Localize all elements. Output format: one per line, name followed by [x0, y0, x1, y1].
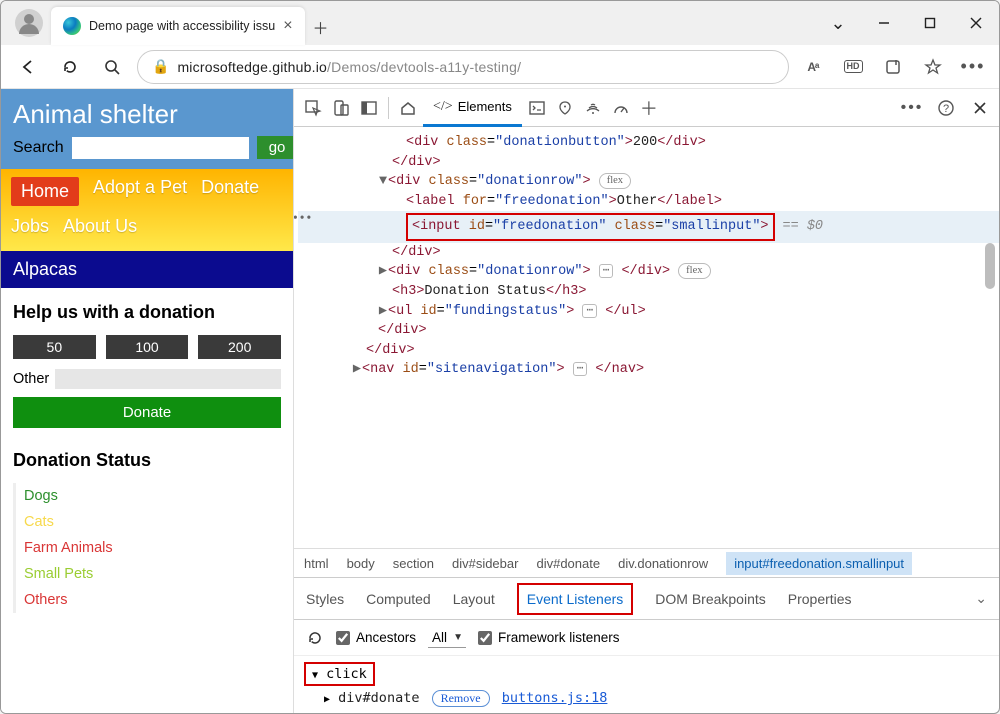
framework-checkbox[interactable]: Framework listeners: [478, 630, 620, 645]
status-other: Others: [24, 587, 281, 613]
overflow-dots-icon[interactable]: •••: [294, 210, 313, 226]
read-aloud-icon[interactable]: Aᵃ: [797, 51, 829, 83]
search-button[interactable]: [95, 50, 129, 84]
tab-title: Demo page with accessibility issu: [89, 19, 275, 33]
subtab-properties[interactable]: Properties: [788, 591, 852, 607]
status-list: Dogs Cats Farm Animals Small Pets Others: [13, 483, 281, 613]
network-tab-icon[interactable]: [580, 95, 606, 121]
nav-home[interactable]: Home: [11, 177, 79, 206]
page-content: Animal shelter Search go Home Adopt a Pe…: [1, 89, 294, 713]
collections-icon[interactable]: [877, 51, 909, 83]
listener-entry[interactable]: ▶ div#donate Remove buttons.js:18: [304, 686, 989, 707]
inspect-icon[interactable]: [300, 95, 326, 121]
listener-filter-select[interactable]: All: [428, 628, 466, 648]
amount-50[interactable]: 50: [13, 335, 96, 359]
nav-jobs[interactable]: Jobs: [11, 216, 49, 237]
svg-text:?: ?: [943, 103, 949, 115]
subtab-computed[interactable]: Computed: [366, 591, 431, 607]
favorite-icon[interactable]: [917, 51, 949, 83]
lock-icon: 🔒: [152, 58, 169, 75]
donate-button[interactable]: Donate: [13, 397, 281, 428]
edge-icon: [63, 17, 81, 35]
ancestors-checkbox[interactable]: Ancestors: [336, 630, 416, 645]
subtab-dom-breakpoints[interactable]: DOM Breakpoints: [655, 591, 765, 607]
status-small: Small Pets: [24, 561, 281, 587]
close-tab-icon[interactable]: ×: [283, 17, 292, 35]
selected-dom-node[interactable]: <input id="freedonation" class="smallinp…: [298, 211, 999, 243]
browser-tab[interactable]: Demo page with accessibility issu ×: [51, 7, 305, 45]
status-cats: Cats: [24, 509, 281, 535]
devtools-tabbar: </> Elements ＋ ••• ?: [294, 89, 999, 127]
tabs-chevron-icon[interactable]: ⌄: [815, 1, 861, 45]
sources-tab-icon[interactable]: [552, 95, 578, 121]
elements-tab[interactable]: </> Elements: [423, 89, 522, 127]
listener-click-group[interactable]: ▼ click: [304, 662, 375, 686]
minimize-button[interactable]: [861, 1, 907, 45]
section-alpacas[interactable]: Alpacas: [1, 251, 293, 288]
nav-about[interactable]: About Us: [63, 216, 137, 237]
maximize-button[interactable]: [907, 1, 953, 45]
listener-source-link[interactable]: buttons.js:18: [502, 690, 608, 706]
console-tab-icon[interactable]: [524, 95, 550, 121]
close-window-button[interactable]: [953, 1, 999, 45]
other-input[interactable]: [55, 369, 281, 389]
new-tab-button[interactable]: ＋: [305, 9, 337, 45]
url-text: microsoftedge.github.io/Demos/devtools-a…: [177, 59, 521, 75]
devtools-more-icon[interactable]: •••: [899, 95, 925, 121]
nav-adopt[interactable]: Adopt a Pet: [93, 177, 187, 206]
chevron-down-icon[interactable]: ⌄: [975, 590, 987, 607]
dock-icon[interactable]: [356, 95, 382, 121]
nav-donate[interactable]: Donate: [201, 177, 259, 206]
device-icon[interactable]: [328, 95, 354, 121]
subtab-layout[interactable]: Layout: [453, 591, 495, 607]
back-button[interactable]: [11, 50, 45, 84]
scrollbar[interactable]: [983, 131, 997, 542]
devtools: </> Elements ＋ ••• ? ••• <div class="do: [294, 89, 999, 713]
hd-badge[interactable]: HD: [837, 51, 869, 83]
help-icon[interactable]: ?: [933, 95, 959, 121]
performance-tab-icon[interactable]: [608, 95, 634, 121]
search-label: Search: [13, 139, 64, 157]
titlebar: Demo page with accessibility issu × ＋ ⌄: [1, 1, 999, 45]
donate-heading: Help us with a donation: [13, 302, 281, 323]
refresh-listeners-icon[interactable]: [306, 629, 324, 647]
address-bar[interactable]: 🔒 microsoftedge.github.io/Demos/devtools…: [137, 50, 789, 84]
other-label: Other: [13, 371, 49, 387]
status-heading: Donation Status: [13, 450, 281, 471]
dom-tree[interactable]: ••• <div class="donationbutton">200</div…: [294, 127, 999, 548]
subtab-styles[interactable]: Styles: [306, 591, 344, 607]
listener-list: ▼ click ▶ div#donate Remove buttons.js:1…: [294, 656, 999, 713]
subtab-event-listeners[interactable]: Event Listeners: [517, 583, 634, 615]
remove-listener-button[interactable]: Remove: [432, 690, 490, 707]
devtools-close-icon[interactable]: [967, 95, 993, 121]
amount-100[interactable]: 100: [106, 335, 189, 359]
profile-icon[interactable]: [15, 9, 43, 37]
go-button[interactable]: go: [257, 136, 294, 159]
more-icon[interactable]: •••: [957, 51, 989, 83]
welcome-tab-icon[interactable]: [395, 95, 421, 121]
toolbar: 🔒 microsoftedge.github.io/Demos/devtools…: [1, 45, 999, 89]
amount-200[interactable]: 200: [198, 335, 281, 359]
status-farm: Farm Animals: [24, 535, 281, 561]
styles-subtabs: Styles Computed Layout Event Listeners D…: [294, 578, 999, 620]
listener-toolbar: Ancestors All Framework listeners: [294, 620, 999, 656]
refresh-button[interactable]: [53, 50, 87, 84]
page-title: Animal shelter: [13, 99, 281, 130]
add-tab-icon[interactable]: ＋: [636, 95, 662, 121]
dom-breadcrumb[interactable]: html body section div#sidebar div#donate…: [294, 548, 999, 578]
search-input[interactable]: [72, 137, 249, 159]
elements-tab-label: Elements: [458, 99, 512, 114]
status-dogs: Dogs: [24, 483, 281, 509]
